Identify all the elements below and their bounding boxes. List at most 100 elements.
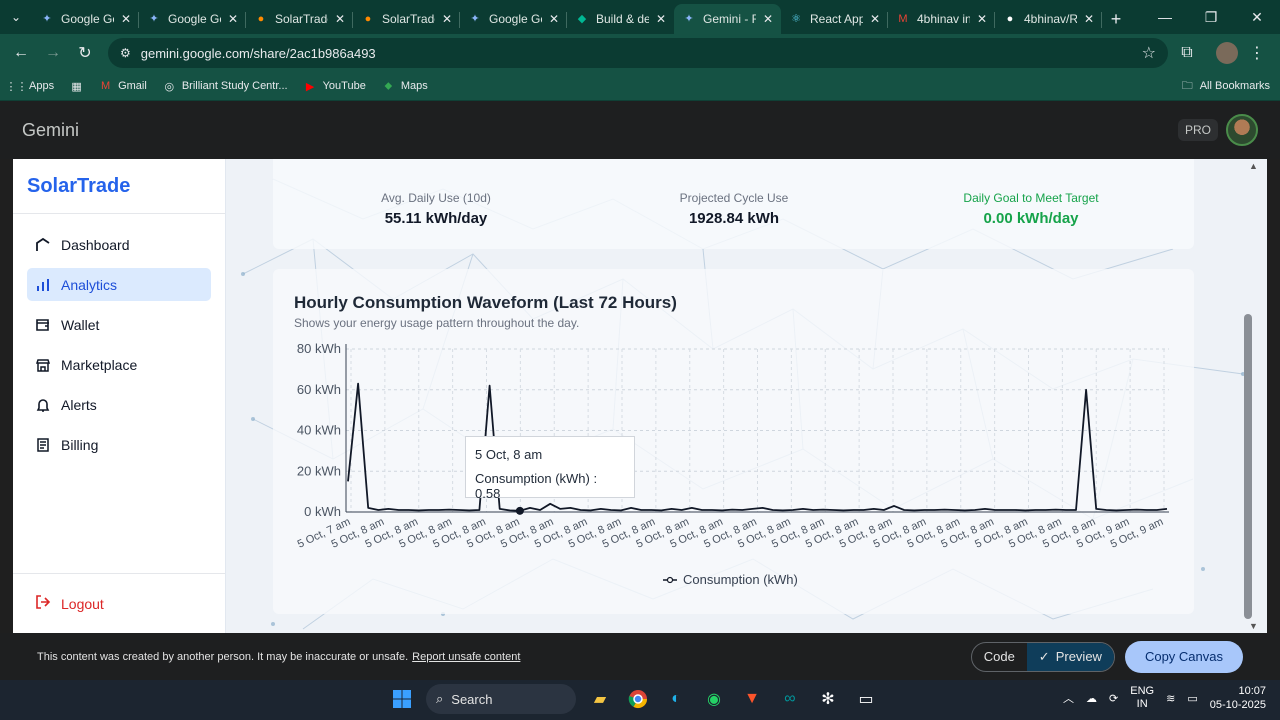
- sidebar-item-marketplace[interactable]: Marketplace: [27, 348, 211, 381]
- bookmark-tabgroups[interactable]: ▦: [70, 80, 83, 93]
- user-avatar[interactable]: [1226, 114, 1258, 146]
- share-notice-text: This content was created by another pers…: [37, 650, 409, 663]
- tab-separator: [1101, 12, 1102, 28]
- tab-search-icon[interactable]: ⌄: [0, 0, 32, 34]
- code-tab[interactable]: Code: [972, 643, 1027, 671]
- close-tab-icon[interactable]: ✕: [335, 12, 345, 26]
- brave-icon[interactable]: ▼: [738, 684, 766, 714]
- chevron-up-icon[interactable]: ︿: [1063, 690, 1074, 706]
- edge-icon[interactable]: ◐: [662, 684, 690, 714]
- close-tab-icon[interactable]: ✕: [870, 12, 880, 26]
- back-icon[interactable]: ←: [8, 40, 34, 66]
- bookmark-star-icon[interactable]: ☆: [1142, 43, 1156, 63]
- reload-icon[interactable]: ↻: [72, 40, 98, 66]
- browser-toolbar: ← → ↻ ⚙ gemini.google.com/share/2ac1b986…: [0, 34, 1280, 72]
- browser-tab[interactable]: ✦ Google Ge ✕: [32, 4, 139, 34]
- preview-tab[interactable]: ✓ Preview: [1026, 642, 1114, 671]
- browser-tab[interactable]: ⚛ React App ✕: [781, 4, 888, 34]
- close-window-icon[interactable]: ✕: [1234, 0, 1280, 34]
- arduino-icon[interactable]: ∞: [776, 684, 804, 714]
- chrome-menu-icon[interactable]: ⋮: [1244, 40, 1270, 66]
- tab-title: SolarTrade: [382, 12, 435, 26]
- browser-tab[interactable]: ✦ Gemini - R ✕: [674, 4, 781, 34]
- wifi-icon[interactable]: ≋: [1166, 692, 1175, 705]
- file-explorer-icon[interactable]: ▰: [586, 684, 614, 714]
- code-preview-toggle: Code ✓ Preview: [970, 641, 1115, 672]
- new-tab-button[interactable]: +: [1102, 4, 1130, 34]
- tab-title: Google Ge: [489, 12, 542, 26]
- minimize-icon[interactable]: —: [1142, 0, 1188, 34]
- bookmark-apps[interactable]: ⋮⋮ Apps: [6, 80, 55, 93]
- firebase-icon: ●: [257, 13, 265, 25]
- folder-icon: 🗀: [1181, 79, 1193, 92]
- terminal-icon[interactable]: ▭: [852, 684, 880, 714]
- firebase-icon: ●: [364, 13, 372, 25]
- tab-title: 4bhinav in: [917, 12, 970, 26]
- bookmark-youtube[interactable]: ▶ YouTube: [304, 80, 366, 93]
- maximize-icon[interactable]: ❐: [1188, 0, 1234, 34]
- sidebar-item-analytics[interactable]: Analytics: [27, 268, 211, 301]
- tab-title: Gemini - R: [703, 12, 756, 26]
- profile-avatar[interactable]: [1216, 42, 1238, 64]
- y-tick-label: 40 kWh: [297, 423, 341, 438]
- taskbar-search[interactable]: ⌕ Search: [426, 684, 576, 714]
- browser-tab[interactable]: ✦ Google Ge ✕: [139, 4, 246, 34]
- sync-icon[interactable]: ⟳: [1109, 692, 1118, 705]
- logout-button[interactable]: Logout: [13, 573, 225, 633]
- close-tab-icon[interactable]: ✕: [656, 12, 666, 26]
- bookmark-brilliant[interactable]: ◎ Brilliant Study Centr...: [163, 80, 288, 93]
- chart-legend[interactable]: Consumption (kWh): [663, 572, 798, 587]
- scroll-up-icon[interactable]: ▲: [1249, 161, 1258, 171]
- bookmark-gmail[interactable]: M Gmail: [99, 80, 147, 93]
- report-unsafe-link[interactable]: Report unsafe content: [412, 651, 520, 663]
- clock[interactable]: 10:07 05-10-2025: [1210, 684, 1266, 712]
- battery-icon[interactable]: ▭: [1187, 692, 1197, 705]
- gemini-icon: ✦: [470, 13, 480, 25]
- url-text: gemini.google.com/share/2ac1b986a493: [140, 45, 376, 61]
- close-tab-icon[interactable]: ✕: [1084, 12, 1094, 26]
- close-tab-icon[interactable]: ✕: [442, 12, 452, 26]
- browser-tab[interactable]: ✦ Google Ge ✕: [460, 4, 567, 34]
- browser-tab[interactable]: M 4bhinav in ✕: [888, 4, 995, 34]
- close-tab-icon[interactable]: ✕: [228, 12, 238, 26]
- sidebar-item-wallet[interactable]: Wallet: [27, 308, 211, 341]
- legend-label: Consumption (kWh): [683, 572, 798, 587]
- gemini-header: Gemini PRO: [0, 101, 1280, 159]
- close-tab-icon[interactable]: ✕: [763, 12, 773, 26]
- windows-start-icon[interactable]: [388, 684, 416, 714]
- chrome-icon[interactable]: [624, 684, 652, 714]
- close-tab-icon[interactable]: ✕: [549, 12, 559, 26]
- sidebar-item-billing[interactable]: Billing: [27, 428, 211, 461]
- chatgpt-icon[interactable]: ✻: [814, 684, 842, 714]
- language-indicator[interactable]: ENG IN: [1130, 685, 1154, 711]
- address-bar[interactable]: ⚙ gemini.google.com/share/2ac1b986a493 ☆: [108, 38, 1168, 68]
- close-tab-icon[interactable]: ✕: [121, 12, 131, 26]
- legend-line-marker-icon: [663, 576, 677, 583]
- react-icon: ⚛: [791, 13, 801, 25]
- whatsapp-icon[interactable]: ◉: [700, 684, 728, 714]
- extensions-icon[interactable]: ⧉: [1174, 40, 1200, 66]
- canvas-scrollbar[interactable]: ▲ ▼: [1243, 159, 1267, 633]
- maps-pin-icon: ⬥: [384, 79, 393, 92]
- copy-canvas-button[interactable]: Copy Canvas: [1124, 640, 1243, 673]
- scroll-down-icon[interactable]: ▼: [1249, 621, 1258, 631]
- forward-icon[interactable]: →: [40, 40, 66, 66]
- browser-tab[interactable]: ● 4bhinav/R ✕: [995, 4, 1102, 34]
- all-bookmarks[interactable]: 🗀 All Bookmarks: [1181, 80, 1270, 93]
- stat-avg-daily-use: Avg. Daily Use (10d) 55.11 kWh/day: [381, 191, 491, 227]
- sidebar-item-dashboard[interactable]: Dashboard: [27, 228, 211, 261]
- browser-tab[interactable]: ◆ Build & de ✕: [567, 4, 674, 34]
- github-icon: ●: [1006, 13, 1014, 25]
- browser-tab[interactable]: ● SolarTrade ✕: [246, 4, 353, 34]
- bookmark-maps[interactable]: ⬥ Maps: [382, 79, 427, 93]
- scroll-thumb[interactable]: [1244, 314, 1252, 619]
- browser-tab[interactable]: ● SolarTrade ✕: [353, 4, 460, 34]
- onedrive-icon[interactable]: ☁: [1086, 692, 1097, 705]
- sidebar-item-alerts[interactable]: Alerts: [27, 388, 211, 421]
- close-tab-icon[interactable]: ✕: [977, 12, 987, 26]
- tab-title: Google Ge: [168, 12, 221, 26]
- site-info-icon[interactable]: ⚙: [120, 46, 131, 60]
- search-icon: ⌕: [436, 691, 444, 706]
- y-tick-label: 60 kWh: [297, 382, 341, 397]
- consumption-line-chart[interactable]: 0 kWh20 kWh40 kWh60 kWh80 kWh5 Oct, 7 am…: [273, 269, 1194, 614]
